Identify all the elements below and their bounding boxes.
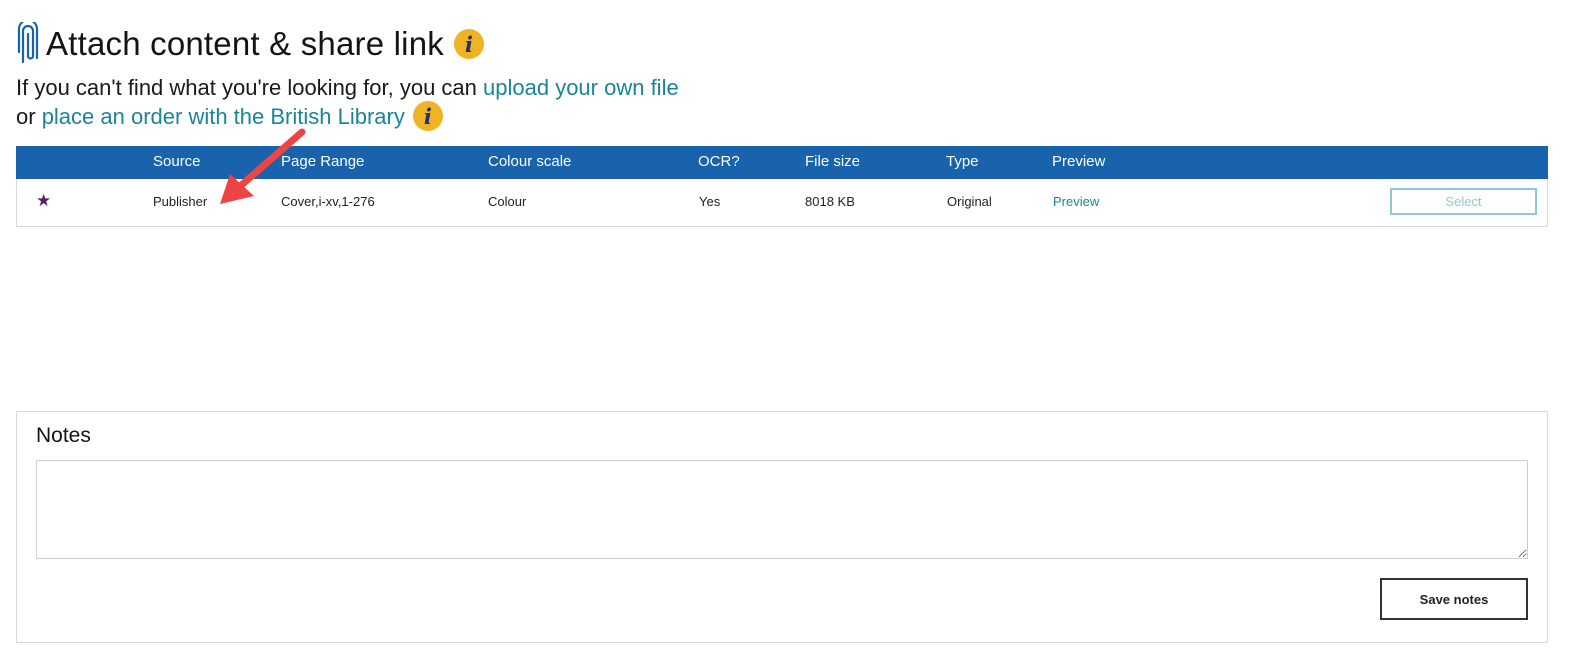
column-header-ocr: OCR? bbox=[698, 153, 740, 170]
cell-colour-scale: Colour bbox=[488, 194, 527, 209]
cell-page-range: Cover,i-xv,1-276 bbox=[281, 194, 375, 209]
info-icon[interactable]: i bbox=[453, 29, 484, 59]
intro-line-2: or place an order with the British Libra… bbox=[16, 101, 679, 133]
upload-own-file-link[interactable]: upload your own file bbox=[483, 75, 679, 100]
info-icon[interactable]: i bbox=[412, 101, 443, 132]
column-header-preview: Preview bbox=[1052, 153, 1106, 170]
star-icon: ★ bbox=[36, 191, 52, 210]
cell-source: Publisher bbox=[153, 194, 208, 209]
save-notes-button[interactable]: Save notes bbox=[1380, 578, 1528, 620]
intro-line-2-text: or bbox=[16, 104, 42, 129]
place-order-link[interactable]: place an order with the British Library bbox=[42, 104, 405, 129]
column-header-page-range: Page Range bbox=[281, 153, 365, 170]
notes-panel: Notes Save notes bbox=[16, 411, 1548, 643]
page-header: Attach content & share link i bbox=[16, 14, 484, 74]
table-header: Source Page Range Colour scale OCR? File… bbox=[16, 146, 1548, 179]
cell-file-size: 8018 KB bbox=[805, 194, 855, 209]
notes-textarea[interactable] bbox=[36, 460, 1528, 559]
column-header-file-size: File size bbox=[805, 153, 861, 170]
content-table: Source Page Range Colour scale OCR? File… bbox=[16, 146, 1548, 227]
intro-line-1-text: If you can't find what you're looking fo… bbox=[16, 75, 484, 100]
paperclip-icon bbox=[17, 22, 39, 64]
intro-line-1: If you can't find what you're looking fo… bbox=[16, 73, 679, 102]
attach-content-page: Attach content & share link i If you can… bbox=[0, 0, 1595, 669]
cell-type: Original bbox=[947, 194, 992, 209]
notes-title: Notes bbox=[36, 424, 91, 447]
column-header-colour-scale: Colour scale bbox=[488, 153, 572, 170]
intro-text: If you can't find what you're looking fo… bbox=[16, 73, 679, 133]
cell-ocr: Yes bbox=[699, 194, 721, 209]
preview-link[interactable]: Preview bbox=[1053, 192, 1099, 212]
page-title: Attach content & share link bbox=[46, 25, 444, 62]
column-header-type: Type bbox=[946, 153, 979, 170]
select-button[interactable]: Select bbox=[1390, 188, 1537, 215]
column-header-source: Source bbox=[153, 153, 201, 170]
